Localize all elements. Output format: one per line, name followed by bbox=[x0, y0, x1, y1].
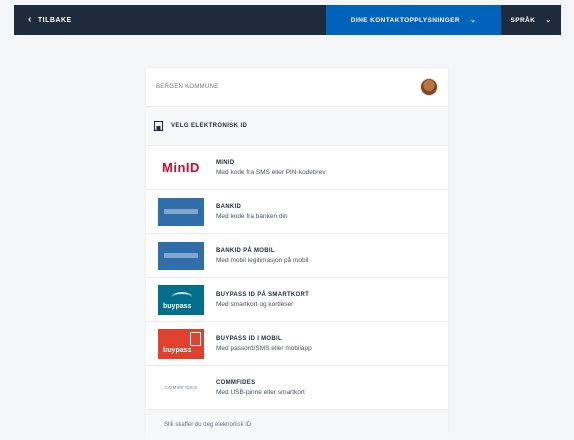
option-subtitle: Med passord/SMS eller mobilapp bbox=[216, 344, 312, 352]
option-title: BUYPASS ID PÅ SMARTKORT bbox=[216, 291, 310, 298]
bankid-logo bbox=[156, 197, 206, 227]
eid-options-list: MinID MINID Med kode fra SMS eller PIN-k… bbox=[146, 145, 448, 409]
language-label: SPRÅK bbox=[510, 16, 536, 24]
organization-logo-icon bbox=[420, 78, 438, 96]
buypass-smartcard-logo: buypass bbox=[156, 284, 206, 315]
option-text: BANKID Med kode fra banken din bbox=[216, 204, 288, 220]
get-eid-link-label: Slik skaffer du deg elektronisk ID bbox=[164, 422, 252, 428]
contact-info-label: DINE KONTAKTOPPLYSNINGER bbox=[350, 16, 460, 24]
option-title: BUYPASS ID I MOBIL bbox=[216, 335, 282, 342]
option-text: BUYPASS ID I MOBIL Med passord/SMS eller… bbox=[216, 336, 312, 352]
login-card: BERGEN KOMMUNE VELG ELEKTRONISK ID MinID… bbox=[146, 68, 448, 440]
option-text: BUYPASS ID PÅ SMARTKORT Med smartkort og… bbox=[216, 292, 309, 308]
buypass-logo-text: buypass bbox=[163, 346, 192, 354]
buypass-mobile-logo: buypass bbox=[156, 328, 206, 359]
option-bankid-mobile[interactable]: BANKID PÅ MOBIL Med mobil legitimasjon p… bbox=[146, 233, 448, 277]
buypass-logo-icon: buypass bbox=[158, 284, 204, 315]
chevron-left-icon: ‹ bbox=[28, 14, 32, 25]
minid-logo: MinID bbox=[156, 153, 206, 183]
option-title: COMMFIDES bbox=[216, 379, 256, 386]
option-buypass-smartcard[interactable]: buypass BUYPASS ID PÅ SMARTKORT Med smar… bbox=[146, 277, 448, 321]
option-bankid[interactable]: BANKID Med kode fra banken din bbox=[146, 189, 448, 233]
option-title: BANKID PÅ MOBIL bbox=[216, 247, 275, 254]
id-card-icon bbox=[154, 121, 163, 131]
option-text: COMMFIDES Med USB-pinne eller smartkort bbox=[216, 380, 305, 396]
choose-eid-heading: VELG ELEKTRONISK ID bbox=[146, 107, 448, 145]
back-label: TILBAKE bbox=[37, 16, 72, 24]
option-subtitle: Med smartkort og kortleser bbox=[216, 300, 294, 308]
card-header: BERGEN KOMMUNE bbox=[146, 68, 448, 107]
bankid-mobile-logo bbox=[156, 241, 206, 271]
get-eid-link[interactable]: Slik skaffer du deg elektronisk ID bbox=[146, 409, 448, 440]
contact-info-dropdown[interactable]: DINE KONTAKTOPPLYSNINGER ⌄ bbox=[326, 5, 501, 35]
back-button[interactable]: ‹ TILBAKE bbox=[14, 15, 72, 25]
option-subtitle: Med USB-pinne eller smartkort bbox=[216, 388, 305, 396]
choose-eid-label: VELG ELEKTRONISK ID bbox=[171, 123, 248, 129]
option-subtitle: Med mobil legitimasjon på mobil bbox=[216, 256, 309, 264]
option-buypass-mobile[interactable]: buypass BUYPASS ID I MOBIL Med passord/S… bbox=[146, 321, 448, 365]
organization-name: BERGEN KOMMUNE bbox=[156, 84, 219, 90]
option-minid[interactable]: MinID MINID Med kode fra SMS eller PIN-k… bbox=[146, 145, 448, 189]
buypass-logo-text: buypass bbox=[163, 302, 192, 310]
option-commfides[interactable]: COMMFIDES COMMFIDES Med USB-pinne eller … bbox=[146, 365, 448, 409]
option-subtitle: Med kode fra SMS eller PIN-kodebrev bbox=[216, 168, 326, 176]
chevron-down-icon: ⌄ bbox=[469, 17, 477, 24]
language-dropdown[interactable]: SPRÅK ⌄ bbox=[501, 5, 561, 35]
top-navigation-bar: ‹ TILBAKE DINE KONTAKTOPPLYSNINGER ⌄ SPR… bbox=[14, 5, 561, 35]
option-title: MINID bbox=[216, 159, 235, 166]
option-title: BANKID bbox=[216, 203, 242, 210]
commfides-logo: COMMFIDES bbox=[156, 373, 206, 403]
minid-logo-text: MinID bbox=[162, 160, 200, 175]
bankid-logo-icon bbox=[158, 241, 204, 270]
commfides-logo-text: COMMFIDES bbox=[164, 385, 198, 390]
buypass-logo-icon: buypass bbox=[158, 328, 204, 359]
option-subtitle: Med kode fra banken din bbox=[216, 212, 288, 220]
option-text: MINID Med kode fra SMS eller PIN-kodebre… bbox=[216, 160, 325, 176]
bankid-logo-icon bbox=[158, 197, 204, 226]
chevron-down-icon: ⌄ bbox=[545, 17, 552, 24]
option-text: BANKID PÅ MOBIL Med mobil legitimasjon p… bbox=[216, 248, 309, 264]
